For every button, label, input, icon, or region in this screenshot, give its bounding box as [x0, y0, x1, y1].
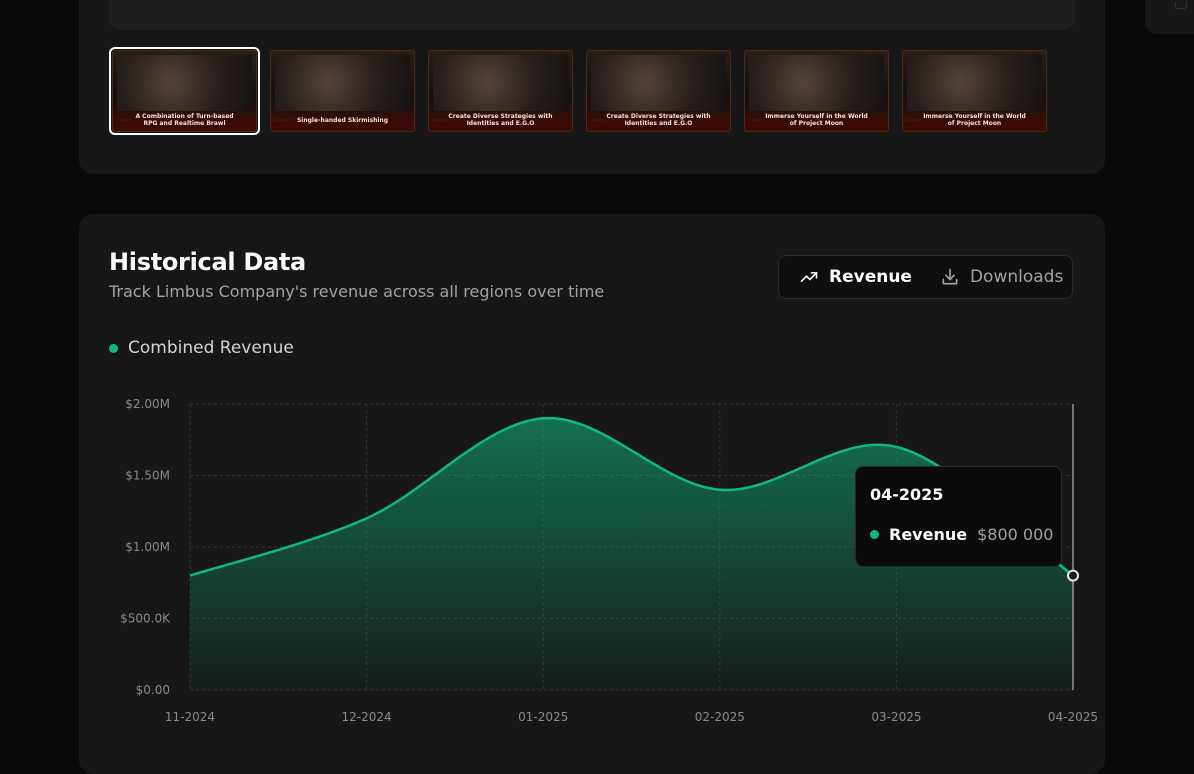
y-tick-label: $500.0K: [120, 612, 171, 626]
tooltip-value: $800 000: [977, 525, 1054, 544]
tooltip-label: Revenue: [889, 525, 968, 544]
x-tick-label: 12-2024: [342, 710, 392, 724]
y-tick-label: $1.50M: [125, 469, 170, 483]
tooltip-row: Revenue $800 000: [870, 525, 1053, 544]
x-tick-label: 01-2025: [518, 710, 568, 724]
x-tick-label: 02-2025: [695, 710, 745, 724]
chart-tooltip: 04-2025 Revenue $800 000: [855, 466, 1062, 567]
tooltip-dot: [870, 530, 879, 539]
tooltip-title: 04-2025: [870, 485, 944, 504]
x-tick-label: 04-2025: [1048, 710, 1098, 724]
y-tick-label: $1.00M: [125, 540, 170, 554]
active-data-point[interactable]: [1067, 569, 1079, 582]
revenue-chart[interactable]: $0.00 $500.0K $1.00M $1.50M $2.00M 11-2024 12-…: [0, 0, 1194, 728]
x-tick-label: 11-2024: [165, 710, 215, 724]
y-tick-label: $2.00M: [125, 397, 170, 411]
y-tick-label: $0.00: [136, 683, 170, 697]
x-tick-label: 03-2025: [871, 710, 921, 724]
